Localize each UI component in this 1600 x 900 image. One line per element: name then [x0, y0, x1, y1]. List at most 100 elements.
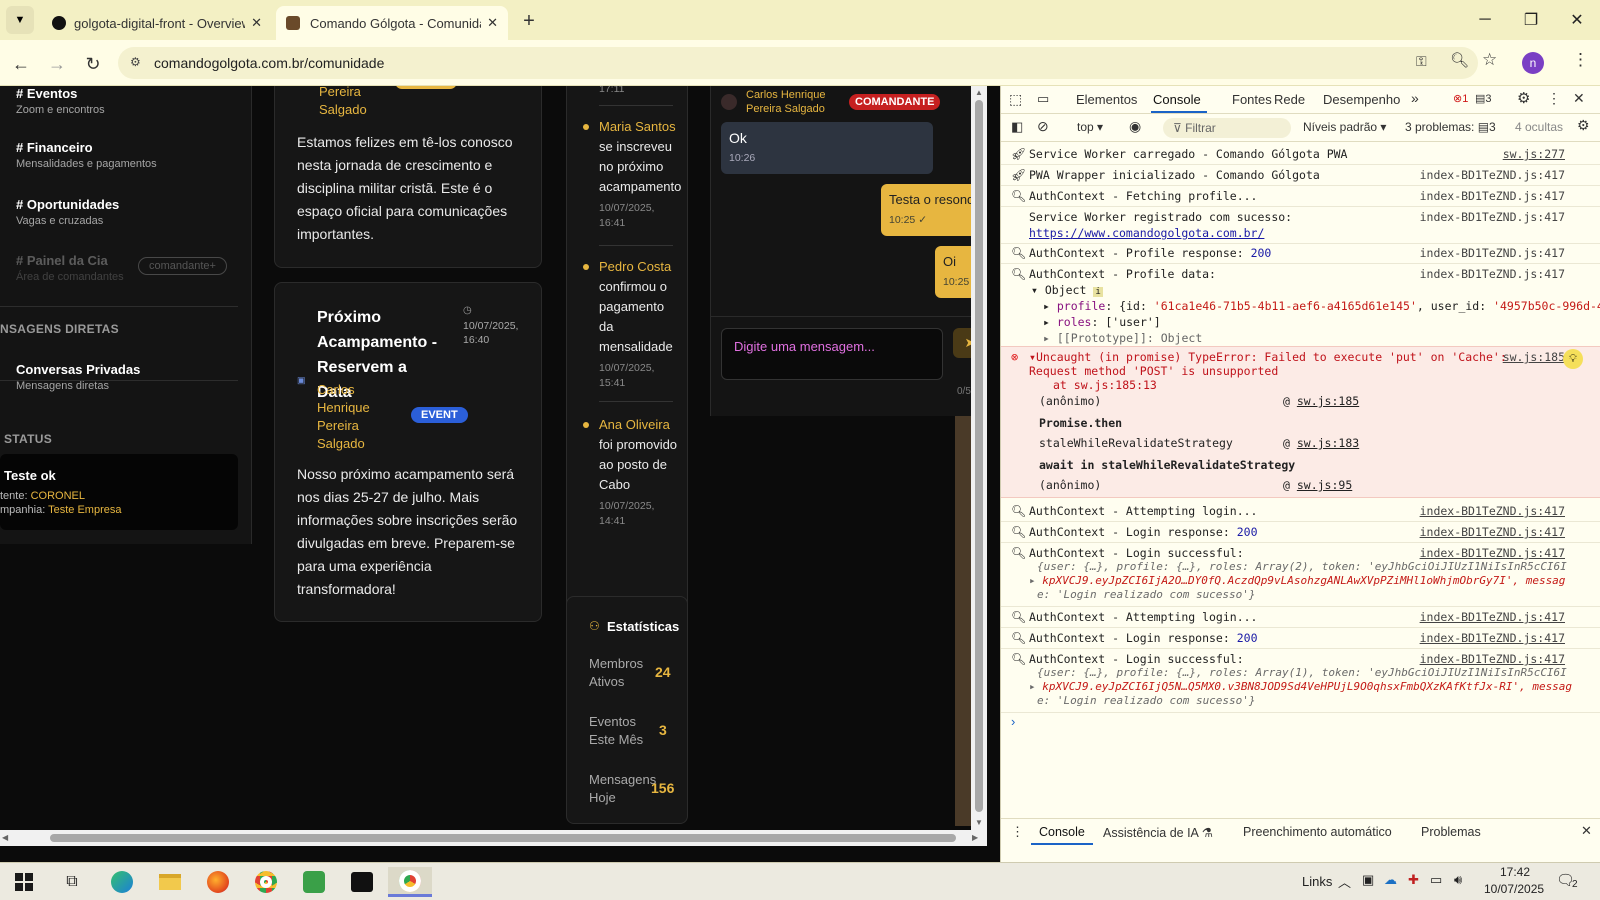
sidebar-toggle-icon[interactable]: ◧: [1011, 119, 1023, 135]
log-source-link[interactable]: index-BD1TeZND.js:417: [1420, 503, 1565, 519]
issues-counter[interactable]: 3 problemas: ▤3: [1405, 120, 1496, 134]
frame-link[interactable]: sw.js:95: [1297, 478, 1352, 492]
scroll-up-arrow[interactable]: ▲: [975, 88, 983, 97]
close-devtools-icon[interactable]: ✕: [1573, 90, 1585, 107]
log-source-link[interactable]: index-BD1TeZND.js:417: [1420, 630, 1565, 646]
error-stack-link[interactable]: at sw.js:185:13: [1053, 377, 1157, 393]
message-input[interactable]: Digite uma mensagem...: [721, 328, 943, 380]
drawer-tab-autofill[interactable]: Preenchimento automático: [1243, 825, 1392, 839]
tray-icon-1[interactable]: ▣: [1362, 872, 1374, 888]
vertical-scrollbar[interactable]: ▲ ▼: [971, 86, 987, 830]
drawer-tab-issues[interactable]: Problemas: [1421, 825, 1481, 839]
log-source-link[interactable]: index-BD1TeZND.js:417: [1420, 245, 1565, 261]
network-icon[interactable]: ▭: [1430, 872, 1442, 888]
tab-comunidade[interactable]: Comando Gólgota - Comunidade ✕: [276, 6, 508, 40]
log-source-link[interactable]: index-BD1TeZND.js:417: [1420, 209, 1565, 225]
clear-console-icon[interactable]: ⊘: [1037, 118, 1049, 135]
sidebar-item-oportunidades[interactable]: # Oportunidades Vagas e cruzadas: [16, 197, 119, 227]
profile-property[interactable]: ▸ profile: {id: '61ca1e46-71b5-4b11-aef6…: [1043, 298, 1600, 314]
log-source-link[interactable]: sw.js:277: [1503, 146, 1565, 162]
tab-network[interactable]: Rede: [1274, 92, 1305, 107]
restore-button[interactable]: ❐: [1508, 0, 1554, 40]
log-source-link[interactable]: index-BD1TeZND.js:417: [1420, 524, 1565, 540]
console-prompt[interactable]: ›: [1011, 714, 1591, 734]
scroll-left-arrow[interactable]: ◀: [2, 833, 8, 842]
horizontal-scrollbar[interactable]: ◀ ▶: [0, 830, 987, 846]
log-levels-select[interactable]: Níveis padrão ▾: [1303, 120, 1386, 134]
error-indicator[interactable]: ⊗1: [1453, 92, 1468, 105]
scrollbar-thumb[interactable]: [975, 100, 983, 812]
reload-icon[interactable]: ↻: [80, 51, 106, 77]
warning-indicator[interactable]: ▤3: [1475, 92, 1492, 105]
console-filter-input[interactable]: ⊽ Filtrar: [1163, 118, 1291, 138]
chrome-active-icon[interactable]: [388, 867, 432, 897]
site-info-icon[interactable]: ⚙: [130, 55, 141, 69]
prototype-property[interactable]: ▸ [[Prototype]]: Object: [1043, 330, 1202, 346]
back-icon[interactable]: ←: [8, 51, 34, 77]
more-tabs-icon[interactable]: »: [1411, 90, 1419, 106]
inspect-icon[interactable]: ⬚: [1009, 91, 1022, 108]
new-tab-button[interactable]: +: [516, 8, 542, 34]
more-kebab-icon[interactable]: ⋮: [1547, 90, 1561, 107]
drawer-tab-console[interactable]: Console: [1039, 825, 1085, 839]
settings-gear-icon[interactable]: ⚙: [1517, 89, 1530, 107]
close-drawer-icon[interactable]: ✕: [1581, 823, 1592, 839]
menu-kebab-icon[interactable]: ⋮: [1572, 50, 1589, 70]
tab-elements[interactable]: Elementos: [1076, 92, 1137, 107]
scroll-down-arrow[interactable]: ▼: [975, 818, 983, 827]
task-view-icon[interactable]: ⧉: [50, 867, 94, 897]
log-source-link[interactable]: index-BD1TeZND.js:417: [1420, 609, 1565, 625]
clock-date[interactable]: 10/07/2025: [1484, 882, 1544, 896]
bookmark-star-icon[interactable]: ☆: [1482, 50, 1497, 70]
password-key-icon[interactable]: ⚿: [1416, 53, 1427, 70]
log-source-link[interactable]: index-BD1TeZND.js:417: [1420, 167, 1565, 183]
scroll-right-arrow[interactable]: ▶: [972, 833, 978, 842]
zoom-icon[interactable]: 🔍︎: [1450, 51, 1469, 69]
live-expression-eye-icon[interactable]: ◉: [1129, 118, 1141, 135]
context-select[interactable]: top ▾: [1077, 120, 1103, 134]
frame-link[interactable]: sw.js:183: [1297, 436, 1359, 450]
log-url-link[interactable]: https://www.comandogolgota.com.br/: [1029, 225, 1264, 241]
tab-search-button[interactable]: ▼: [6, 6, 34, 34]
chrome-profile-k-icon[interactable]: [244, 867, 288, 897]
file-explorer-icon[interactable]: [148, 867, 192, 897]
frame-link[interactable]: sw.js:185: [1297, 394, 1359, 408]
drawer-menu-icon[interactable]: ⋮: [1011, 824, 1024, 840]
terminal-icon[interactable]: [340, 867, 384, 897]
drawer-tab-ai[interactable]: Assistência de IA ⚗: [1103, 825, 1213, 840]
ai-insight-bulb-icon[interactable]: 💡︎: [1563, 349, 1583, 369]
forward-icon[interactable]: →: [44, 51, 70, 77]
url-bar[interactable]: ⚙ comandogolgota.com.br/comunidade: [118, 47, 1478, 79]
links-toolbar[interactable]: Links: [1302, 874, 1332, 889]
sidebar-item-painel[interactable]: # Painel da Cia Área de comandantes: [16, 253, 124, 283]
scrollbar-thumb[interactable]: [50, 834, 956, 842]
tab-overview[interactable]: golgota-digital-front - Overview ✕: [42, 6, 272, 40]
tray-icon-2[interactable]: ☁: [1384, 872, 1397, 888]
volume-icon[interactable]: 🔊︎: [1454, 872, 1462, 888]
log-source-link[interactable]: index-BD1TeZND.js:417: [1420, 188, 1565, 204]
sidebar-item-private-chats[interactable]: Conversas Privadas Mensagens diretas: [16, 362, 140, 392]
tab-console[interactable]: Console: [1153, 92, 1201, 107]
roles-property[interactable]: ▸ roles: ['user']: [1043, 314, 1161, 330]
log-source-link[interactable]: sw.js:185: [1503, 349, 1565, 365]
close-window-button[interactable]: ✕: [1554, 0, 1600, 40]
start-windows-icon[interactable]: [2, 867, 46, 897]
sidebar-item-eventos[interactable]: # Eventos Zoom e encontros: [16, 86, 105, 116]
tab-performance[interactable]: Desempenho: [1323, 92, 1400, 107]
chat-sender: Carlos Henrique Pereira Salgado: [746, 89, 826, 115]
close-icon[interactable]: ✕: [251, 15, 262, 31]
console-settings-icon[interactable]: ⚙: [1577, 117, 1590, 134]
tab-sources[interactable]: Fontes: [1232, 92, 1272, 107]
device-toggle-icon[interactable]: ▭: [1037, 91, 1049, 107]
close-icon[interactable]: ✕: [487, 15, 498, 31]
tray-chevron-icon[interactable]: ︿: [1338, 872, 1351, 891]
tray-icon-3[interactable]: ✚: [1408, 872, 1419, 888]
minimize-button[interactable]: ─: [1462, 0, 1508, 40]
sidebar-item-financeiro[interactable]: # Financeiro Mensalidades e pagamentos: [16, 140, 157, 170]
firefox-icon[interactable]: [196, 867, 240, 897]
clock-time[interactable]: 17:42: [1500, 865, 1530, 879]
profile-avatar[interactable]: n: [1522, 52, 1544, 74]
log-source-link[interactable]: index-BD1TeZND.js:417: [1420, 266, 1565, 282]
chart-app-icon[interactable]: [292, 867, 336, 897]
edge-icon[interactable]: [100, 867, 144, 897]
